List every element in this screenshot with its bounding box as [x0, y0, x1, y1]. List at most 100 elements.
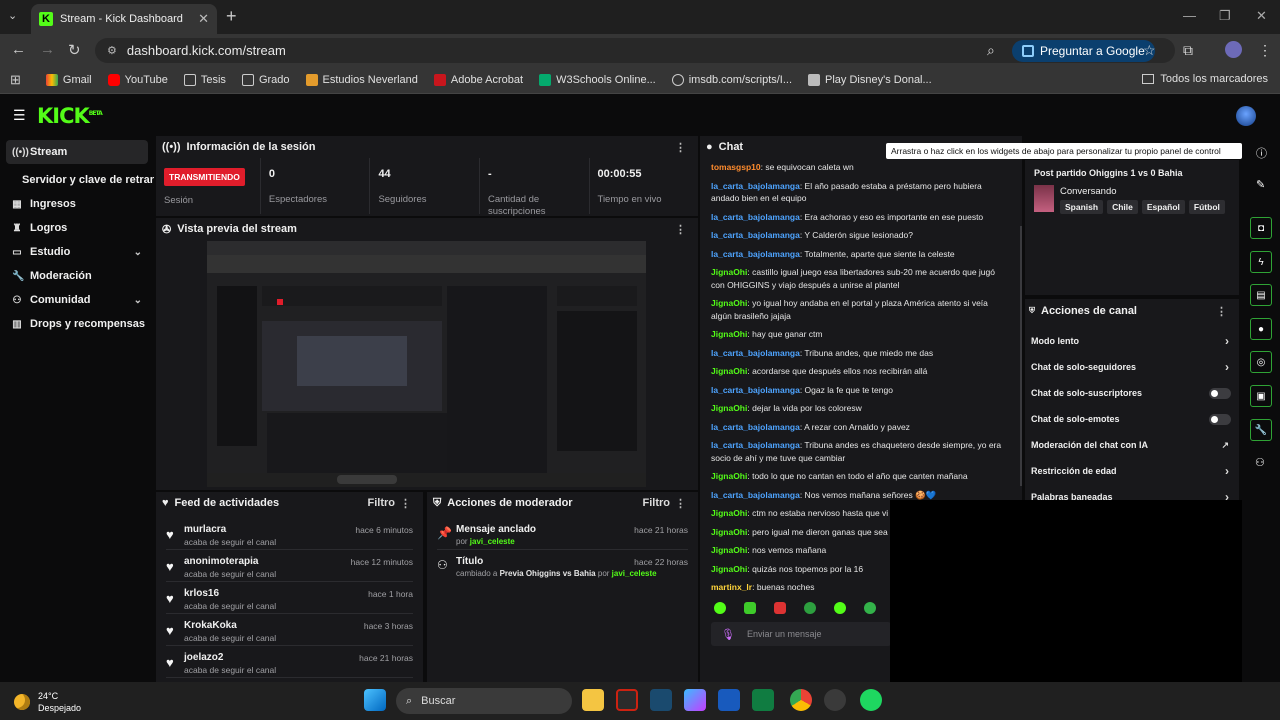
bookmark-w3schools[interactable]: W3Schools Online...	[534, 73, 661, 86]
tag[interactable]: Español	[1141, 200, 1185, 214]
apps-grid-icon[interactable]: ⊞	[10, 72, 21, 88]
bookmark-grado[interactable]: Grado	[237, 73, 295, 86]
bookmark-star-icon[interactable]: ☆	[1143, 42, 1156, 59]
chat-scrollbar[interactable]	[1020, 226, 1022, 486]
emote-icon[interactable]	[834, 602, 846, 614]
emote-icon[interactable]	[744, 602, 756, 614]
more-options-icon[interactable]: ⋮	[675, 223, 686, 236]
maximize-icon[interactable]: ❐	[1219, 8, 1231, 24]
tag[interactable]: Chile	[1107, 200, 1138, 214]
tag[interactable]: Spanish	[1060, 200, 1104, 214]
chat-username[interactable]: la_carta_bajolamanga	[711, 249, 800, 259]
chat-username[interactable]: JignaOhi	[711, 564, 747, 574]
chat-username[interactable]: JignaOhi	[711, 471, 747, 481]
reload-icon[interactable]: ↻	[68, 41, 81, 59]
sidebar-item-server-key[interactable]: Servidor y clave de retransmisión	[0, 168, 156, 192]
chat-username[interactable]: la_carta_bajolamanga	[711, 440, 800, 450]
user-avatar[interactable]	[1236, 106, 1256, 126]
back-icon[interactable]: ←	[11, 41, 26, 58]
emote-icon[interactable]	[864, 602, 876, 614]
chat-username[interactable]: la_carta_bajolamanga	[711, 422, 800, 432]
spotify-icon[interactable]	[860, 689, 882, 711]
new-tab-icon[interactable]: +	[226, 6, 237, 27]
stream-preview-video[interactable]	[207, 241, 646, 487]
windows-start-icon[interactable]	[364, 689, 386, 711]
activity-filter-button[interactable]: Filtro	[368, 497, 396, 509]
followers-only-row[interactable]: Chat de solo-seguidores ›	[1025, 354, 1239, 380]
tab-search-icon[interactable]: ⌄	[8, 9, 17, 22]
more-options-icon[interactable]: ⋮	[400, 497, 411, 510]
banned-words-row[interactable]: Palabras baneadas ›	[1025, 484, 1239, 500]
bookmark-tesis[interactable]: Tesis	[179, 73, 231, 86]
chat-username[interactable]: JignaOhi	[711, 329, 747, 339]
sidebar-item-stream[interactable]: ((•)) Stream	[6, 140, 148, 164]
file-explorer-icon[interactable]	[582, 689, 604, 711]
zoom-search-icon[interactable]: ⌕	[987, 42, 995, 59]
excel-icon[interactable]	[752, 689, 774, 711]
chat-input[interactable]: 🎙 Enviar un mensaje	[711, 622, 891, 646]
all-bookmarks[interactable]: Todos los marcadores	[1142, 73, 1268, 85]
sidebar-item-ingresos[interactable]: ▦ Ingresos	[0, 192, 156, 216]
widget-layout-icon[interactable]: ▣	[1250, 385, 1272, 407]
hamburger-menu-icon[interactable]: ☰	[13, 107, 26, 124]
bookmark-adobe-acrobat[interactable]: Adobe Acrobat	[429, 73, 528, 86]
sidebar-item-moderacion[interactable]: 🔧 Moderación	[0, 264, 156, 288]
netflix-icon[interactable]	[616, 689, 638, 711]
forward-icon[interactable]: →	[40, 41, 55, 58]
chat-username[interactable]: JignaOhi	[711, 508, 747, 518]
widget-users-icon[interactable]: ⚇	[1255, 456, 1265, 469]
sidebar-item-comunidad[interactable]: ⚇ Comunidad ⌄	[0, 288, 156, 312]
microphone-icon[interactable]: 🎙	[721, 628, 735, 641]
subscribers-only-toggle[interactable]	[1209, 388, 1231, 399]
kick-logo[interactable]: KICKBETA	[37, 104, 103, 128]
bookmark-estudios-neverland[interactable]: Estudios Neverland	[301, 73, 423, 86]
emote-icon[interactable]	[804, 602, 816, 614]
widget-chat-icon[interactable]: ●	[1250, 318, 1272, 340]
chrome-menu-icon[interactable]: ⋮	[1258, 42, 1272, 59]
disney-icon[interactable]	[650, 689, 672, 711]
word-icon[interactable]	[718, 689, 740, 711]
bookmark-gmail[interactable]: Gmail	[41, 73, 97, 86]
category-thumbnail[interactable]	[1034, 185, 1054, 212]
minimize-icon[interactable]: —	[1183, 8, 1196, 23]
chat-username[interactable]: la_carta_bajolamanga	[711, 212, 800, 222]
sidebar-item-drops[interactable]: ▥ Drops y recompensas	[0, 312, 156, 336]
weather-widget[interactable]: 24°C Despejado	[14, 690, 81, 714]
widget-broadcast-icon[interactable]: ◎	[1250, 351, 1272, 373]
bookmark-youtube[interactable]: YouTube	[103, 73, 173, 86]
chat-username[interactable]: JignaOhi	[711, 403, 747, 413]
more-options-icon[interactable]: ⋮	[675, 141, 686, 154]
browser-tab[interactable]: K Stream - Kick Dashboard ✕	[31, 4, 217, 34]
edit-pencil-icon[interactable]: ✎	[1256, 178, 1265, 191]
window-close-icon[interactable]: ✕	[1256, 8, 1267, 24]
extensions-icon[interactable]: ⧉	[1183, 42, 1193, 59]
chat-username[interactable]: la_carta_bajolamanga	[711, 385, 800, 395]
bookmark-imsdb[interactable]: imsdb.com/scripts/I...	[667, 73, 797, 86]
moderator-filter-button[interactable]: Filtro	[643, 497, 671, 509]
chat-username[interactable]: la_carta_bajolamanga	[711, 181, 800, 191]
tab-close-icon[interactable]: ✕	[198, 11, 209, 27]
chat-username[interactable]: la_carta_bajolamanga	[711, 490, 800, 500]
chat-username[interactable]: JignaOhi	[711, 545, 747, 555]
chat-username[interactable]: tomasgsp10	[711, 162, 761, 172]
chat-username[interactable]: martinx_lr	[711, 582, 752, 592]
chat-username[interactable]: la_carta_bajolamanga	[711, 230, 800, 240]
chrome-icon[interactable]	[790, 689, 812, 711]
chat-username[interactable]: JignaOhi	[711, 298, 747, 308]
ai-moderation-row[interactable]: Moderación del chat con IA ↗	[1025, 432, 1239, 458]
taskbar-search[interactable]: ⌕ Buscar	[396, 688, 572, 714]
chat-username[interactable]: la_carta_bajolamanga	[711, 348, 800, 358]
emote-icon[interactable]	[714, 602, 726, 614]
sidebar-item-logros[interactable]: ♜ Logros	[0, 216, 156, 240]
obs-icon[interactable]	[824, 689, 846, 711]
chat-username[interactable]: JignaOhi	[711, 366, 747, 376]
chat-username[interactable]: JignaOhi	[711, 527, 747, 537]
slow-mode-row[interactable]: Modo lento ›	[1025, 328, 1239, 354]
bookmark-disney[interactable]: Play Disney's Donal...	[803, 73, 937, 86]
site-info-icon[interactable]: ⚙	[107, 44, 117, 57]
emote-icon[interactable]	[774, 602, 786, 614]
age-restriction-row[interactable]: Restricción de edad ›	[1025, 458, 1239, 484]
widget-bolt-icon[interactable]: ϟ	[1250, 251, 1272, 273]
more-options-icon[interactable]: ⋮	[675, 497, 686, 510]
profile-avatar[interactable]	[1225, 41, 1242, 58]
